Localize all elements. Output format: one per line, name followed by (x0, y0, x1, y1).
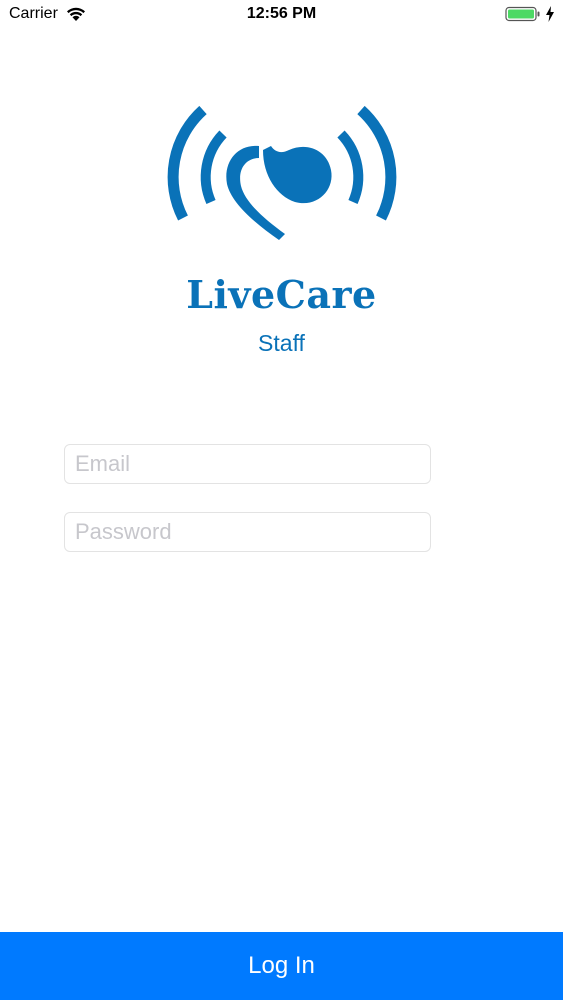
password-field[interactable] (64, 512, 431, 552)
brand-name: LiveCare (186, 272, 377, 317)
status-bar: Carrier 12:56 PM (0, 0, 563, 30)
email-input[interactable] (65, 445, 430, 483)
charging-bolt-icon (546, 6, 554, 22)
heart-broadcast-logo-icon (167, 106, 396, 240)
email-field[interactable] (64, 444, 431, 484)
status-right (505, 6, 555, 22)
brand-subtitle: Staff (258, 330, 305, 356)
status-time: 12:56 PM (246, 5, 317, 22)
logo (0, 106, 563, 251)
login-screen: Carrier 12:56 PM LiveCare Staff Email Lo… (0, 0, 563, 1000)
battery-icon (505, 6, 540, 22)
password-input[interactable] (65, 513, 430, 551)
login-button[interactable]: Log In (0, 932, 563, 1000)
